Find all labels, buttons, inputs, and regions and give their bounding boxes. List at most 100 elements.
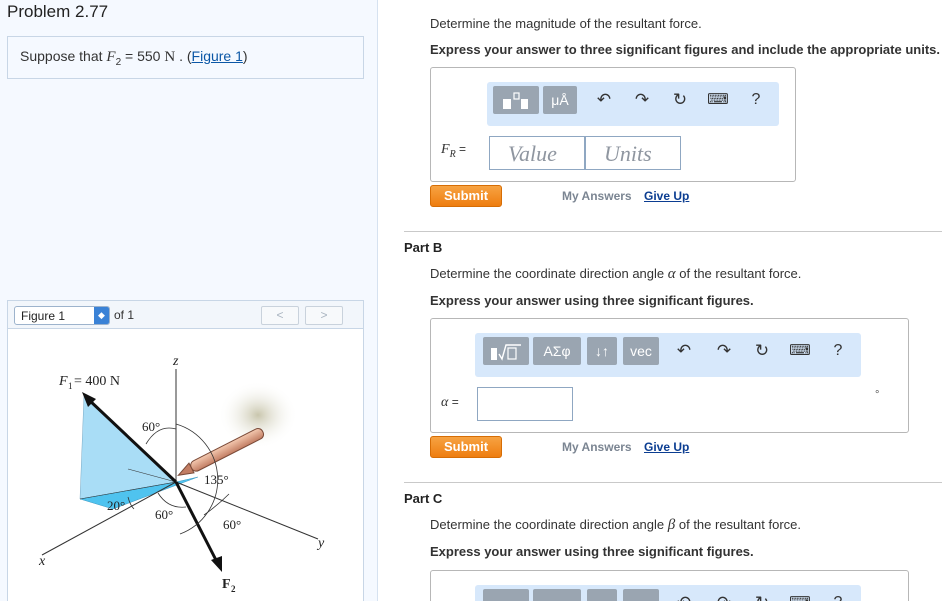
part-a-my-answers-link[interactable]: My Answers bbox=[562, 189, 632, 203]
help-icon[interactable]: ? bbox=[825, 337, 851, 365]
value-input[interactable]: Value bbox=[489, 136, 585, 170]
divider bbox=[404, 482, 942, 483]
statement-unit: N bbox=[164, 49, 176, 65]
angle-label-60c: 60° bbox=[223, 517, 241, 532]
problem-title: Problem 2.77 bbox=[7, 2, 109, 21]
sub-superscript-button[interactable]: ↓↑ bbox=[587, 337, 617, 365]
angle-label-135: 135° bbox=[204, 472, 229, 487]
undo-icon[interactable]: ↶ bbox=[671, 337, 697, 365]
undo-icon[interactable]: ↶ bbox=[671, 589, 697, 601]
part-c-question: Determine the coordinate direction angle… bbox=[430, 517, 801, 534]
part-c-instruction: Express your answer using three signific… bbox=[430, 544, 754, 559]
part-a-give-up-link[interactable]: Give Up bbox=[644, 189, 689, 203]
part-c-question-suffix: of the resultant force. bbox=[675, 517, 801, 532]
template-icon bbox=[503, 92, 528, 110]
y-axis-label: y bbox=[316, 536, 325, 551]
previous-figure-button[interactable]: < bbox=[261, 306, 299, 325]
reset-icon[interactable]: ↻ bbox=[667, 86, 693, 114]
f2-arrowhead-icon bbox=[211, 556, 222, 572]
alpha-label: α = bbox=[441, 395, 459, 411]
force-diagram: F 1 = 400 N z x y 60° 135° 20° 60° 60° F… bbox=[38, 354, 325, 594]
help-icon[interactable]: ? bbox=[743, 86, 769, 114]
part-c-answer-box: ↶ ↷ ↻ ⌨ ? bbox=[430, 570, 909, 601]
part-b-question-prefix: Determine the coordinate direction angle bbox=[430, 266, 668, 281]
alpha-input[interactable] bbox=[477, 387, 573, 421]
part-b-question-variable: α bbox=[667, 266, 676, 282]
angle-label-20: 20° bbox=[107, 498, 125, 513]
part-a-instruction: Express your answer to three significant… bbox=[430, 42, 940, 57]
help-icon[interactable]: ? bbox=[825, 589, 851, 601]
statement-prefix: Suppose that bbox=[20, 48, 107, 64]
vector-button[interactable]: vec bbox=[623, 337, 659, 365]
figure-link[interactable]: Figure 1 bbox=[192, 48, 243, 64]
part-c-question-prefix: Determine the coordinate direction angle bbox=[430, 517, 668, 532]
part-a-submit-button[interactable]: Submit bbox=[430, 185, 502, 207]
part-b-give-up-link[interactable]: Give Up bbox=[644, 440, 689, 454]
problem-statement: Suppose that F2 = 550 N . (Figure 1) bbox=[7, 36, 364, 79]
f2-vector bbox=[174, 481, 219, 563]
keyboard-icon[interactable]: ⌨ bbox=[787, 337, 813, 365]
degree-symbol: ° bbox=[875, 389, 880, 401]
part-b-title: Part B bbox=[404, 240, 443, 255]
f1-value: = 400 N bbox=[74, 374, 120, 389]
figure-navigation-bar: Figure 1 ◆ of 1 < > bbox=[7, 300, 364, 328]
fr-label-main: F bbox=[441, 142, 450, 157]
figure-panel: F 1 = 400 N z x y 60° 135° 20° 60° 60° F… bbox=[7, 328, 364, 601]
angle-label-60b: 60° bbox=[155, 507, 173, 522]
figure-count: of 1 bbox=[114, 308, 135, 322]
part-b-answer-box: ΑΣφ ↓↑ vec ↶ ↷ ↻ ⌨ ? α = ° bbox=[430, 318, 909, 433]
statement-equals: = 550 bbox=[121, 48, 165, 64]
sub-superscript-button[interactable] bbox=[587, 589, 617, 601]
sqrt-template-button[interactable] bbox=[483, 589, 529, 601]
statement-separator: . ( bbox=[175, 48, 192, 64]
alpha-label-eq: = bbox=[448, 395, 459, 409]
part-c-toolbar: ↶ ↷ ↻ ⌨ ? bbox=[475, 585, 861, 601]
f2-subscript: 2 bbox=[231, 584, 236, 594]
problem-panel: Problem 2.77 Suppose that F2 = 550 N . (… bbox=[0, 0, 378, 601]
keyboard-icon[interactable]: ⌨ bbox=[787, 589, 813, 601]
figure-select-value: Figure 1 bbox=[21, 309, 66, 323]
units-button[interactable]: μÅ bbox=[543, 86, 577, 114]
part-a-question: Determine the magnitude of the resultant… bbox=[430, 16, 702, 31]
next-figure-button[interactable]: > bbox=[305, 306, 343, 325]
keyboard-icon[interactable]: ⌨ bbox=[705, 86, 731, 114]
sqrt-template-icon bbox=[491, 344, 521, 362]
part-a-answer-box: μÅ ↶ ↷ ↻ ⌨ ? FR = Value Units bbox=[430, 67, 796, 182]
f1-label: F bbox=[58, 374, 68, 389]
divider bbox=[404, 231, 942, 232]
angle-arc-60c bbox=[203, 493, 230, 516]
undo-icon[interactable]: ↶ bbox=[591, 86, 617, 114]
statement-suffix: ) bbox=[242, 48, 248, 64]
answer-panel: Determine the magnitude of the resultant… bbox=[378, 0, 942, 601]
vector-button[interactable] bbox=[623, 589, 659, 601]
sqrt-template-button[interactable] bbox=[483, 337, 529, 365]
reset-icon[interactable]: ↻ bbox=[749, 589, 775, 601]
fr-label: FR = bbox=[441, 142, 466, 160]
projection-face bbox=[79, 394, 177, 500]
part-b-instruction: Express your answer using three signific… bbox=[430, 293, 754, 308]
fr-label-eq: = bbox=[455, 142, 467, 156]
y-axis-line bbox=[175, 481, 319, 540]
part-a-toolbar: μÅ ↶ ↷ ↻ ⌨ ? bbox=[487, 82, 779, 126]
part-b-toolbar: ΑΣφ ↓↑ vec ↶ ↷ ↻ ⌨ ? bbox=[475, 333, 861, 377]
reset-icon[interactable]: ↻ bbox=[749, 337, 775, 365]
z-axis-label: z bbox=[172, 354, 179, 369]
redo-icon[interactable]: ↷ bbox=[711, 337, 737, 365]
part-b-question-suffix: of the resultant force. bbox=[675, 266, 802, 281]
f2-label: F bbox=[222, 577, 231, 592]
angle-label-60a: 60° bbox=[142, 419, 160, 434]
x-axis-label: x bbox=[38, 554, 46, 569]
redo-icon[interactable]: ↷ bbox=[629, 86, 655, 114]
part-c-title: Part C bbox=[404, 491, 443, 506]
redo-icon[interactable]: ↷ bbox=[711, 589, 737, 601]
greek-symbols-button[interactable]: ΑΣφ bbox=[533, 337, 581, 365]
part-b-my-answers-link[interactable]: My Answers bbox=[562, 440, 632, 454]
template-button[interactable] bbox=[493, 86, 539, 114]
figure-select[interactable]: Figure 1 ◆ bbox=[14, 306, 110, 325]
greek-symbols-button[interactable] bbox=[533, 589, 581, 601]
part-b-submit-button[interactable]: Submit bbox=[430, 436, 502, 458]
units-input[interactable]: Units bbox=[585, 136, 681, 170]
f1-subscript: 1 bbox=[68, 381, 73, 391]
statement-variable: F bbox=[106, 49, 116, 65]
part-b-question: Determine the coordinate direction angle… bbox=[430, 266, 801, 283]
